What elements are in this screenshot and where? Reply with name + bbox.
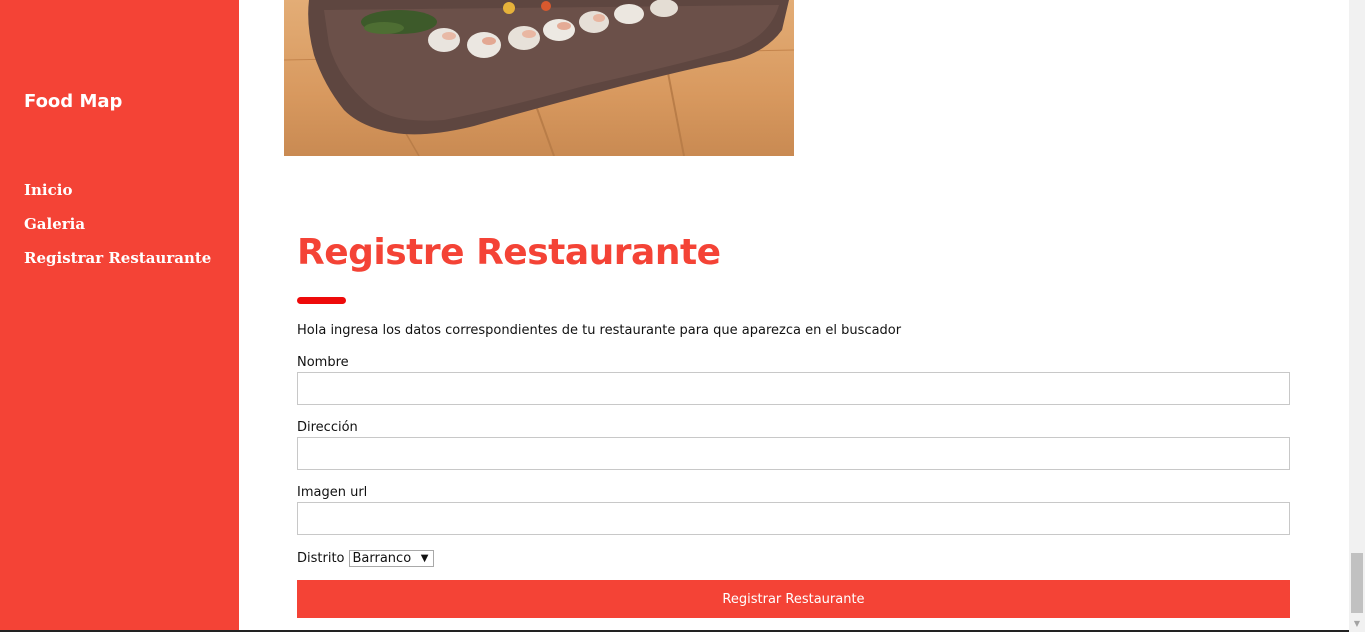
restaurant-food-image [284, 0, 794, 156]
sidebar-item-galeria[interactable]: Galeria [24, 215, 85, 233]
registrar-restaurante-button[interactable]: Registrar Restaurante [297, 580, 1290, 618]
sidebar-item-inicio[interactable]: Inicio [24, 181, 72, 199]
distrito-label: Distrito [297, 550, 345, 566]
scroll-down-arrow-icon[interactable]: ▼ [1349, 616, 1365, 632]
distrito-row: Distrito Barranco ▼ [297, 549, 434, 567]
scrollbar-thumb[interactable] [1351, 553, 1363, 613]
imagen-url-input[interactable] [297, 502, 1290, 535]
imagen-url-label: Imagen url [297, 485, 368, 500]
distrito-selected-value: Barranco [352, 550, 412, 566]
title-underline [297, 297, 346, 304]
distrito-select[interactable]: Barranco ▼ [348, 549, 434, 567]
sidebar-item-registrar-restaurante[interactable]: Registrar Restaurante [24, 249, 211, 267]
main-content: Registre Restaurante Hola ingresa los da… [239, 0, 1349, 632]
page-scrollbar[interactable]: ▼ [1349, 0, 1365, 632]
form-intro-text: Hola ingresa los datos correspondientes … [297, 323, 902, 338]
dropdown-arrow-icon: ▼ [420, 552, 429, 564]
sidebar: Food Map Inicio Galeria Registrar Restau… [0, 0, 239, 632]
direccion-input[interactable] [297, 437, 1290, 470]
nombre-input[interactable] [297, 372, 1290, 405]
direccion-label: Dirección [297, 420, 358, 435]
brand-logo[interactable]: Food Map [24, 91, 122, 112]
nombre-label: Nombre [297, 355, 349, 370]
page-title: Registre Restaurante [297, 232, 721, 273]
